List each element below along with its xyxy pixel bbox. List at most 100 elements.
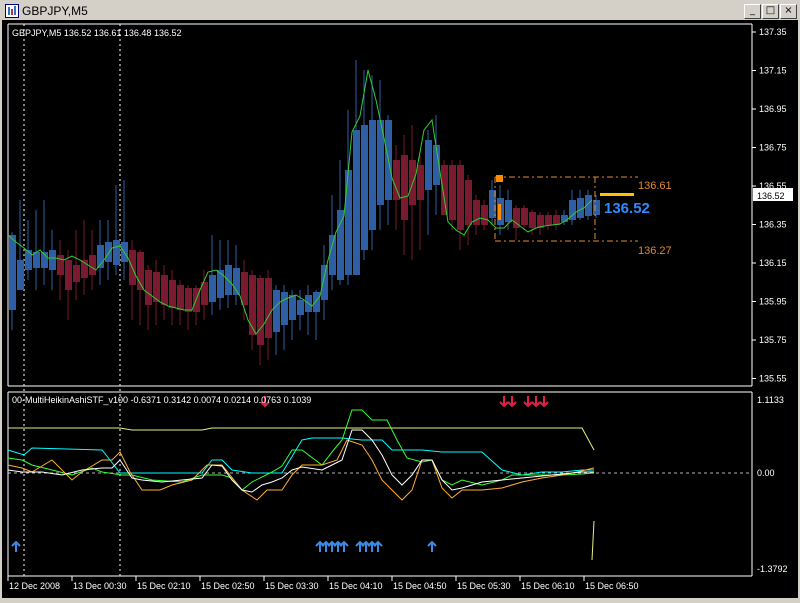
buy-arrow-icon: [11, 540, 21, 552]
candle-body: [425, 140, 432, 190]
candle-body: [105, 242, 112, 262]
candle-body: [217, 270, 224, 298]
candle-body: [145, 270, 152, 305]
buy-arrow-icon: [315, 540, 325, 552]
buy-arrow-icon: [361, 540, 371, 552]
buy-arrow-icon: [327, 540, 337, 552]
time-label: 15 Dec 06:50: [585, 581, 639, 591]
time-label: 15 Dec 04:50: [393, 581, 447, 591]
candle-body: [457, 165, 464, 230]
candle-body: [241, 272, 248, 305]
buy-arrow-icon: [373, 540, 383, 552]
candle-body: [161, 275, 168, 305]
buy-arrow-icon: [427, 540, 437, 552]
indicator-lines-group: [7, 409, 595, 561]
candle-body: [393, 160, 400, 200]
range-high-label: 136.61: [638, 180, 672, 192]
ind-scale-top: 1.1133: [757, 395, 784, 405]
buy-arrow-icon: [355, 540, 365, 552]
candle-body: [297, 300, 304, 315]
current-price-tag-text: 136.52: [757, 191, 785, 201]
price-level-marker: [600, 193, 634, 196]
chart-canvas[interactable]: 136.61 136.27 136.52 GBPJPY,M5 136.52 13…: [2, 20, 798, 598]
maximize-button[interactable]: □: [762, 4, 779, 19]
chart-window-icon: [5, 4, 19, 18]
candle-body: [265, 278, 272, 338]
sell-arrow-icon: [499, 396, 509, 408]
buy-arrow-icon: [333, 540, 343, 552]
candle-body: [33, 252, 40, 268]
range-low-label: 136.27: [638, 245, 672, 257]
candle-body: [209, 275, 216, 302]
candle-body: [177, 285, 184, 310]
time-label: 12 Dec 2008: [9, 581, 60, 591]
candle-body: [249, 275, 256, 335]
candle-body: [169, 280, 176, 308]
candle-body: [481, 205, 488, 225]
sell-arrow-icon: [539, 396, 549, 408]
candle-body: [289, 295, 296, 320]
indicator-line: [7, 429, 594, 493]
candle-body: [257, 278, 264, 345]
main-chart-info: GBPJPY,M5 136.52 136.61 136.48 136.52: [12, 28, 181, 38]
candle-body: [353, 130, 360, 275]
candle-body: [25, 250, 32, 270]
price-label: 135.95: [759, 297, 787, 307]
sell-arrow-icon: [523, 396, 533, 408]
candle-body: [417, 165, 424, 200]
candle-body: [281, 292, 288, 325]
time-label: 15 Dec 04:10: [329, 581, 383, 591]
candle-body: [273, 290, 280, 332]
candle-body: [113, 240, 120, 265]
time-label: 15 Dec 02:50: [201, 581, 255, 591]
candle-body: [361, 125, 368, 250]
big-price-label: 136.52: [604, 200, 650, 217]
candle-body: [529, 212, 536, 228]
candle-body: [465, 180, 472, 225]
candle-body: [521, 208, 528, 225]
candle-body: [401, 155, 408, 220]
time-label: 15 Dec 02:10: [137, 581, 191, 591]
price-label: 137.35: [759, 27, 787, 37]
candle-body: [17, 260, 24, 290]
chart-svg[interactable]: 136.61 136.27 136.52 GBPJPY,M5 136.52 13…: [2, 20, 798, 598]
indicator-line: [8, 427, 595, 451]
candle-body: [9, 235, 16, 310]
ind-scale-zero: 0.00: [757, 468, 775, 478]
candle-body: [73, 265, 80, 282]
price-label: 136.15: [759, 258, 787, 268]
buy-arrow-icon: [321, 540, 331, 552]
candle-body: [593, 200, 600, 215]
time-label: 15 Dec 06:10: [521, 581, 575, 591]
candle-body: [345, 170, 352, 275]
price-label: 135.75: [759, 335, 787, 345]
candle-body: [505, 200, 512, 222]
arrows-group: [11, 396, 549, 552]
time-axis: 12 Dec 2008 13 Dec 00:30 15 Dec 02:10 15 De…: [7, 576, 639, 591]
candle-body: [553, 215, 560, 225]
window-title: GBPJPY,M5: [22, 4, 88, 18]
candle-body: [369, 120, 376, 230]
candle-body: [545, 215, 552, 225]
candle-body: [321, 265, 328, 300]
price-label: 137.15: [759, 66, 787, 76]
candle-body: [329, 235, 336, 275]
close-button[interactable]: ×: [780, 4, 797, 19]
range-anchor-marker: [496, 175, 503, 182]
sell-arrow-icon: [507, 396, 517, 408]
candle-body: [441, 165, 448, 215]
time-label: 15 Dec 03:30: [265, 581, 319, 591]
ind-scale-bottom: -1.3792: [757, 564, 788, 574]
buy-arrow-icon: [367, 540, 377, 552]
chart-window: GBPJPY,M5 _ □ × 136.61 136.27 136.52 GBP…: [0, 0, 800, 600]
candle-body: [337, 210, 344, 280]
candle-body: [313, 292, 320, 312]
indicator-info: 00-MultiHeikinAshiSTF_v100 -0.6371 0.314…: [12, 395, 311, 405]
title-bar[interactable]: GBPJPY,M5 _ □ ×: [2, 2, 798, 21]
minimize-button[interactable]: _: [744, 4, 761, 19]
price-labels-group: 137.35137.15136.95136.75136.55136.35136.…: [752, 27, 787, 384]
candle-body: [89, 255, 96, 275]
candle-body: [185, 288, 192, 312]
time-label: 13 Dec 00:30: [73, 581, 127, 591]
candle-body: [65, 260, 72, 290]
